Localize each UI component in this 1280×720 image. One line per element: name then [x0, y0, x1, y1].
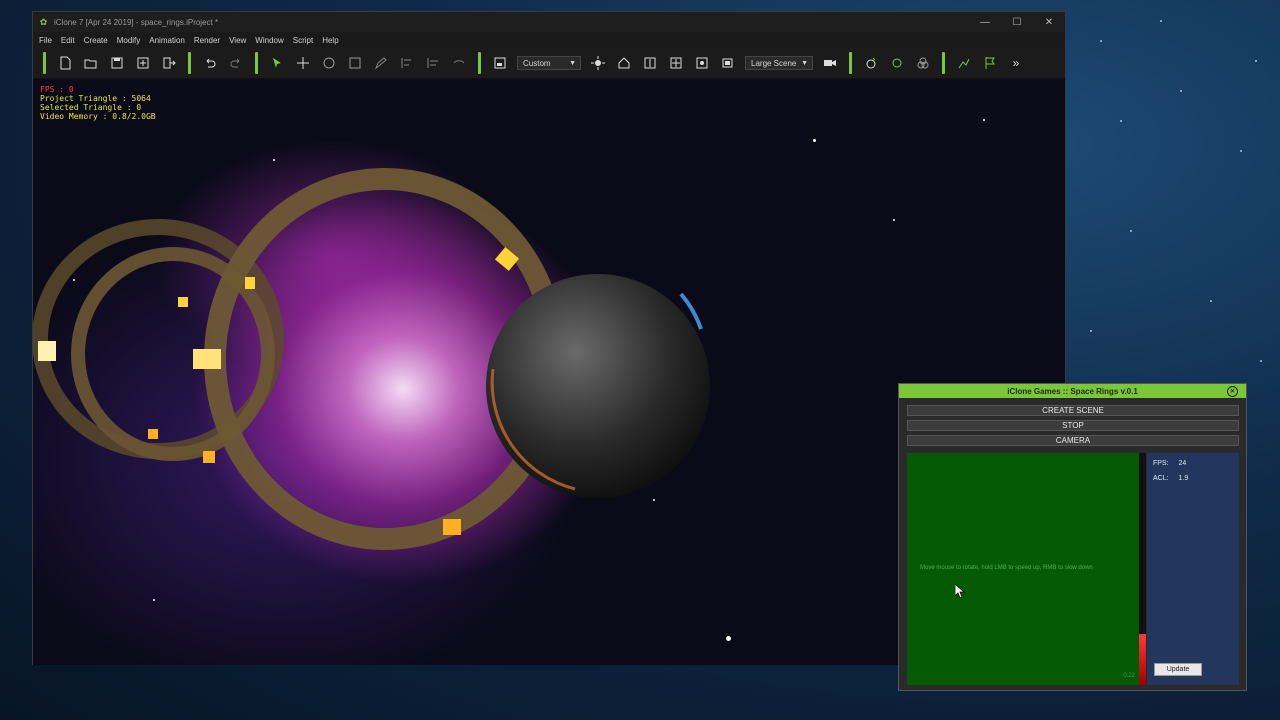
- home-icon[interactable]: [614, 53, 634, 73]
- mouse-cursor-icon: [955, 584, 965, 598]
- menu-animation[interactable]: Animation: [149, 36, 185, 45]
- menu-render[interactable]: Render: [194, 36, 220, 45]
- toolbar-separator: [942, 52, 945, 74]
- menu-script[interactable]: Script: [293, 36, 313, 45]
- fps-value: 24: [1178, 460, 1187, 467]
- motion-icon[interactable]: [954, 53, 974, 73]
- fps-readout: FPS : 0: [40, 85, 74, 94]
- project-triangle-readout: Project Triangle : 5064: [40, 94, 151, 103]
- sphere: [486, 274, 710, 498]
- menu-modify[interactable]: Modify: [117, 36, 141, 45]
- panel-title: iClone Games :: Space Rings v.0.1: [1007, 386, 1138, 396]
- viewport-stats: FPS : 0 Project Triangle : 5064 Selected…: [40, 85, 156, 121]
- fps-label: FPS:: [1153, 460, 1169, 467]
- app-logo-icon: ✿: [39, 16, 48, 27]
- stop-button[interactable]: STOP: [907, 420, 1239, 431]
- link-icon[interactable]: [449, 53, 469, 73]
- acl-stat: ACL: 1.9: [1153, 475, 1188, 482]
- scene-size-dropdown[interactable]: Large Scene ▼: [745, 56, 813, 70]
- space-rings-panel: iClone Games :: Space Rings v.0.1 ✕ CREA…: [898, 383, 1247, 691]
- chevron-down-icon: ▼: [801, 59, 808, 67]
- align-center-icon[interactable]: [423, 53, 443, 73]
- view-mode-icon[interactable]: [490, 53, 510, 73]
- close-icon[interactable]: ✕: [1227, 386, 1238, 397]
- fit-all-icon[interactable]: [666, 53, 686, 73]
- redo-icon[interactable]: [226, 53, 246, 73]
- import-icon[interactable]: [133, 53, 153, 73]
- chevron-down-icon: ▼: [569, 59, 576, 67]
- title-bar[interactable]: ✿ iClone 7 [Apr 24 2019] - space_rings.i…: [33, 12, 1065, 32]
- speed-value: 0.22: [1123, 673, 1135, 679]
- select-arrow-icon[interactable]: [267, 53, 287, 73]
- menu-file[interactable]: File: [39, 36, 52, 45]
- undo-icon[interactable]: [200, 53, 220, 73]
- menu-view[interactable]: View: [229, 36, 246, 45]
- create-scene-button[interactable]: CREATE SCENE: [907, 405, 1239, 416]
- toolbar-separator: [43, 52, 46, 74]
- menu-create[interactable]: Create: [84, 36, 108, 45]
- video-memory-readout: Video Memory : 0.8/2.0GB: [40, 112, 156, 121]
- menu-help[interactable]: Help: [322, 36, 338, 45]
- toolbar-separator: [255, 52, 258, 74]
- light-icon[interactable]: [588, 53, 608, 73]
- minimize-icon[interactable]: —: [969, 12, 1001, 32]
- more-tools-button[interactable]: »: [1006, 53, 1026, 73]
- view-mode-value: Custom: [523, 58, 551, 68]
- fps-stat: FPS: 24: [1153, 460, 1186, 467]
- speed-meter: [1139, 453, 1146, 685]
- window-title: iClone 7 [Apr 24 2019] - space_rings.iPr…: [54, 17, 219, 27]
- rotate-icon[interactable]: [319, 53, 339, 73]
- stats-area: FPS: 24 ACL: 1.9: [1147, 453, 1239, 685]
- toolbar-separator: [478, 52, 481, 74]
- close-icon[interactable]: ✕: [1033, 12, 1065, 32]
- acl-label: ACL:: [1153, 475, 1169, 482]
- character-icon[interactable]: [861, 53, 881, 73]
- maximize-icon[interactable]: ☐: [1001, 12, 1033, 32]
- selected-triangle-readout: Selected Triangle : 0: [40, 103, 142, 112]
- control-area[interactable]: Move mouse to rotate, hold LMB to speed …: [907, 453, 1139, 685]
- menu-edit[interactable]: Edit: [61, 36, 75, 45]
- scene-size-value: Large Scene: [751, 58, 797, 68]
- align-left-icon[interactable]: [397, 53, 417, 73]
- refresh-icon[interactable]: [887, 53, 907, 73]
- menu-window[interactable]: Window: [255, 36, 283, 45]
- move-icon[interactable]: [293, 53, 313, 73]
- instructions-text: Move mouse to rotate, hold LMB to speed …: [920, 565, 1093, 571]
- fit-vertical-icon[interactable]: [640, 53, 660, 73]
- focus-icon[interactable]: [692, 53, 712, 73]
- new-file-icon[interactable]: [55, 53, 75, 73]
- menu-bar: File Edit Create Modify Animation Render…: [33, 32, 1065, 48]
- scale-icon[interactable]: [345, 53, 365, 73]
- group-icon[interactable]: [913, 53, 933, 73]
- save-icon[interactable]: [107, 53, 127, 73]
- toolbar-separator: [849, 52, 852, 74]
- export-icon[interactable]: [159, 53, 179, 73]
- edit-pencil-icon[interactable]: [371, 53, 391, 73]
- panel-title-bar[interactable]: iClone Games :: Space Rings v.0.1 ✕: [899, 384, 1246, 398]
- open-folder-icon[interactable]: [81, 53, 101, 73]
- speed-meter-fill: [1139, 633, 1146, 685]
- toolbar-separator: [188, 52, 191, 74]
- acl-value: 1.9: [1178, 475, 1189, 482]
- main-toolbar: Custom ▼ Large Scene ▼ »: [33, 48, 1065, 79]
- view-mode-dropdown[interactable]: Custom ▼: [517, 56, 581, 70]
- update-button[interactable]: Update: [1154, 663, 1202, 676]
- camera-view-icon[interactable]: [718, 53, 738, 73]
- camera-button[interactable]: CAMERA: [907, 435, 1239, 446]
- video-camera-icon[interactable]: [820, 53, 840, 73]
- flag-icon[interactable]: [980, 53, 1000, 73]
